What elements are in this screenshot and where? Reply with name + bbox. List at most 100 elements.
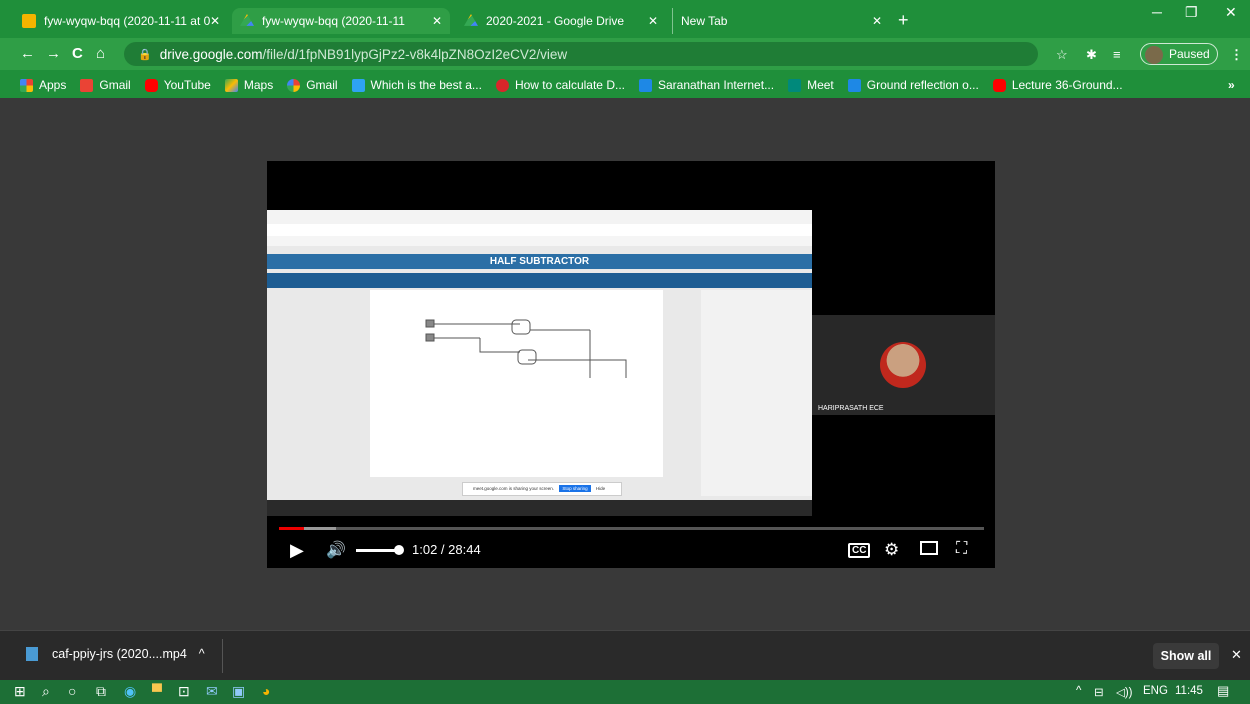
miniplayer-icon[interactable]: [920, 541, 938, 555]
bookmark-gmail-2[interactable]: Gmail: [287, 78, 338, 92]
restore-icon[interactable]: ❐: [1185, 4, 1198, 21]
task-view-icon[interactable]: ⧉: [96, 683, 106, 700]
show-all-button[interactable]: Show all: [1153, 643, 1219, 669]
bookmark-label: Lecture 36-Ground...: [1011, 78, 1123, 92]
fullscreen-icon[interactable]: ⛶: [956, 540, 967, 558]
inner-share-banner: meet.google.com is sharing your screen. …: [462, 482, 622, 496]
inner-title: HALF SUBTRACTOR: [267, 254, 812, 269]
windows-start-icon[interactable]: ⊞: [14, 683, 26, 700]
profile-button[interactable]: Paused: [1140, 43, 1218, 65]
gmail-icon: [80, 78, 94, 92]
youtube-icon: [144, 78, 158, 92]
buffer-bar: [304, 527, 336, 530]
close-icon[interactable]: ✕: [648, 14, 658, 28]
mail-icon[interactable]: ✉: [206, 683, 218, 700]
bookmark-label: Which is the best a...: [370, 78, 482, 92]
progress-bar[interactable]: [279, 527, 984, 530]
tab-newtab[interactable]: New Tab ✕: [672, 8, 890, 34]
minimize-icon[interactable]: ─: [1152, 4, 1162, 20]
avatar: [1145, 46, 1163, 64]
stop-sharing-button: Stop sharing: [559, 485, 591, 492]
bookmark-researchgate[interactable]: Which is the best a...: [351, 78, 482, 92]
forward-icon[interactable]: →: [46, 45, 61, 62]
reload-icon[interactable]: C: [72, 45, 83, 62]
chrome-icon[interactable]: ◕: [262, 683, 270, 699]
menu-icon[interactable]: ⋮: [1230, 47, 1243, 63]
toolbar: ← → C ⌂ 🔒 drive.google.com /file/d/1fpNB…: [0, 38, 1250, 70]
more-bookmarks-icon[interactable]: »: [1228, 78, 1235, 92]
tab-label: New Tab: [681, 14, 728, 28]
extensions-icon[interactable]: ✱: [1086, 47, 1097, 63]
close-icon[interactable]: ✕: [210, 14, 220, 28]
inner-taskbar: [267, 500, 812, 516]
edge-icon[interactable]: ◉: [124, 683, 136, 700]
bookmark-meet[interactable]: Meet: [788, 78, 834, 92]
bookmark-maps[interactable]: Maps: [224, 78, 273, 92]
download-filename: caf-ppiy-jrs (2020....mp4: [52, 647, 187, 661]
bookmark-youtube[interactable]: YouTube: [144, 78, 211, 92]
tab-video-1[interactable]: fyw-wyqw-bqq (2020-11-11 at 0 ✕: [14, 8, 228, 34]
bookmark-ground[interactable]: Ground reflection o...: [847, 78, 979, 92]
inner-tabs: [267, 210, 812, 224]
bookmark-apps[interactable]: Apps: [20, 78, 66, 92]
chevron-up-icon[interactable]: ^: [199, 647, 205, 661]
home-icon[interactable]: ⌂: [96, 45, 105, 62]
network-icon[interactable]: ⊟: [1094, 685, 1104, 699]
time-display: 1:02 / 28:44: [412, 542, 481, 557]
bookmark-lecture[interactable]: Lecture 36-Ground...: [992, 78, 1123, 92]
captions-icon[interactable]: CC: [848, 543, 871, 558]
reading-list-icon[interactable]: ≡: [1113, 47, 1121, 62]
close-window-icon[interactable]: ✕: [1225, 4, 1237, 21]
site-icon: [495, 78, 509, 92]
drive-favicon-icon: [464, 14, 478, 26]
cortana-icon[interactable]: ○: [68, 683, 76, 699]
participant-camera: HARIPRASATH ECE: [812, 315, 995, 415]
tab-video-2[interactable]: fyw-wyqw-bqq (2020-11-11 ✕: [232, 8, 450, 34]
file-icon: [26, 647, 38, 661]
language-indicator[interactable]: ENG: [1143, 685, 1168, 697]
browser-chrome: fyw-wyqw-bqq (2020-11-11 at 0 ✕ fyw-wyqw…: [0, 0, 1250, 98]
bookmark-label: Gmail: [99, 78, 131, 92]
search-icon[interactable]: ⌕: [42, 683, 50, 700]
bookmark-label: YouTube: [163, 78, 211, 92]
tab-drive[interactable]: 2020-2021 - Google Drive ✕: [456, 8, 666, 34]
clock[interactable]: 11:45: [1175, 685, 1203, 697]
star-icon[interactable]: ☆: [1056, 47, 1068, 63]
tab-label: fyw-wyqw-bqq (2020-11-11 at 0: [44, 14, 211, 28]
volume-icon[interactable]: 🔊: [326, 540, 346, 560]
volume-slider[interactable]: [356, 549, 398, 552]
google-icon: [287, 78, 301, 92]
youtube-icon: [992, 78, 1006, 92]
store-icon[interactable]: ⊡: [178, 683, 190, 700]
bookmark-label: Apps: [39, 78, 67, 92]
close-icon[interactable]: ✕: [872, 14, 882, 28]
bookmarks-bar: Apps Gmail YouTube Maps Gmail Which is t…: [0, 72, 1250, 98]
windows-taskbar: ⊞ ⌕ ○ ⧉ ◉ ▀ ⊡ ✉ ▣ ◕ ^ ⊟ ◁)) ENG 11:45 ▤: [0, 680, 1250, 704]
bookmark-label: Gmail: [306, 78, 338, 92]
download-item[interactable]: caf-ppiy-jrs (2020....mp4 ^: [26, 647, 205, 661]
speaker-icon[interactable]: ◁)): [1116, 685, 1133, 699]
inner-toolbar: [267, 273, 812, 288]
drive-favicon-icon: [240, 14, 254, 26]
inner-bookmarks: [267, 236, 812, 246]
file-explorer-icon[interactable]: ▀: [152, 683, 162, 699]
address-path: /file/d/1fpNB91lypGjPz2-v8k4lpZN8OzI2eCV…: [262, 46, 568, 62]
app-icon[interactable]: ▣: [232, 683, 245, 700]
hide-button: Hide: [595, 486, 606, 491]
volume-knob[interactable]: [394, 545, 404, 555]
maps-icon: [224, 78, 238, 92]
address-host: drive.google.com: [159, 46, 263, 62]
play-icon[interactable]: ▶: [290, 540, 304, 561]
bookmark-calculate[interactable]: How to calculate D...: [495, 78, 625, 92]
bookmark-gmail[interactable]: Gmail: [80, 78, 131, 92]
close-icon[interactable]: ✕: [432, 14, 442, 28]
circuit-canvas: [370, 290, 663, 477]
settings-gear-icon[interactable]: ⚙: [884, 540, 899, 560]
address-bar[interactable]: 🔒 drive.google.com /file/d/1fpNB91lypGjP…: [124, 42, 1038, 66]
new-tab-button[interactable]: +: [898, 10, 909, 31]
tray-chevron-icon[interactable]: ^: [1076, 685, 1081, 697]
bookmark-saranathan[interactable]: Saranathan Internet...: [638, 78, 774, 92]
back-icon[interactable]: ←: [20, 45, 35, 62]
close-download-bar-icon[interactable]: ✕: [1231, 647, 1242, 663]
notification-icon[interactable]: ▤: [1217, 683, 1229, 699]
